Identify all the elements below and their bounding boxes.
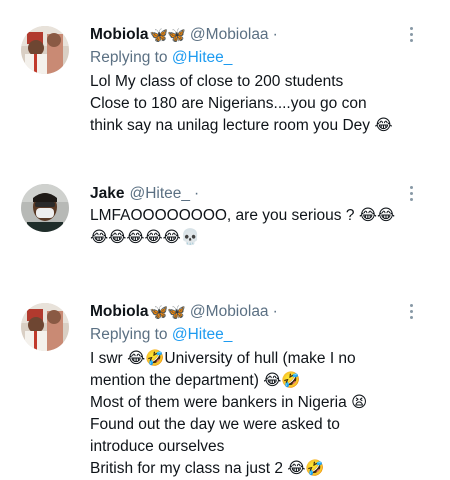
text-line: 😂😂😂😂😂💀: [90, 229, 200, 246]
avatar-mobiola[interactable]: [21, 303, 69, 351]
text-line: British for my class na just 2 😂🤣: [90, 460, 325, 477]
text-line: Close to 180 are Nigerians....you go con: [90, 95, 367, 112]
replying-label: Replying to: [90, 49, 172, 66]
separator-dot: ·: [194, 185, 200, 202]
author-name[interactable]: Jake: [90, 185, 124, 203]
author-name[interactable]: Mobiola: [90, 303, 149, 321]
text-line: Most of them were bankers in Nigeria 😫: [90, 394, 368, 411]
replying-label: Replying to: [90, 326, 172, 343]
mention-link[interactable]: @Hitee_: [172, 49, 233, 66]
text-line: Found out the day we were asked to: [90, 416, 340, 433]
mention-link[interactable]: @Hitee_: [172, 326, 233, 343]
text-line: mention the department) 😂🤣: [90, 372, 301, 389]
text-line: I swr 😂🤣University of hull (make I no: [90, 350, 356, 367]
text-line: LMFAOOOOOOOO, are you serious ? 😂😂: [90, 207, 395, 224]
tweet-text: Lol My class of close to 200 students Cl…: [90, 71, 392, 137]
text-line: Lol My class of close to 200 students: [90, 73, 344, 90]
separator-dot: ·: [272, 26, 278, 43]
author-handle[interactable]: @Mobiolaa: [190, 26, 269, 44]
more-vertical-icon[interactable]: [410, 186, 414, 202]
author-name[interactable]: Mobiola: [90, 26, 149, 44]
more-vertical-icon[interactable]: [410, 27, 414, 43]
avatar-jake[interactable]: [21, 184, 69, 232]
tweet-text: LMFAOOOOOOOO, are you serious ? 😂😂 😂😂😂😂😂…: [90, 205, 395, 249]
butterfly-badge: 🦋🦋: [149, 303, 186, 321]
more-vertical-icon[interactable]: [410, 304, 414, 320]
text-line: think say na unilag lecture room you Dey…: [90, 117, 393, 134]
separator-dot: ·: [272, 303, 278, 320]
butterfly-badge: 🦋🦋: [149, 26, 186, 44]
replying-to: Replying to @Hitee_: [90, 326, 232, 344]
author-handle[interactable]: @Hitee_: [129, 185, 190, 203]
tweet-text: I swr 😂🤣University of hull (make I no me…: [90, 348, 367, 480]
replying-to: Replying to @Hitee_: [90, 49, 232, 67]
author-handle[interactable]: @Mobiolaa: [190, 303, 269, 321]
text-line: introduce ourselves: [90, 438, 225, 455]
avatar-mobiola[interactable]: [21, 26, 69, 74]
